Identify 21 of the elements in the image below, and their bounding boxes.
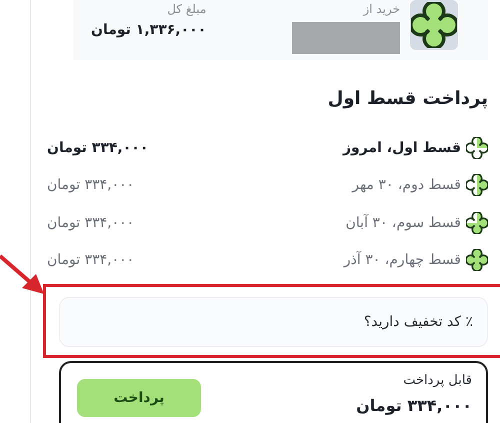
- discount-code-toggle[interactable]: ٪ کد تخفیف دارید؟: [59, 297, 488, 347]
- total-label: مبلغ کل: [166, 2, 206, 16]
- total-amount: ۱,۳۳۶,۰۰۰ تومان: [91, 22, 206, 38]
- installment-label: قسط سوم، ۳۰ آبان: [346, 214, 461, 231]
- installment-amount: ۳۳۴,۰۰۰ تومان: [47, 252, 134, 268]
- clover-progress-icon: [466, 212, 488, 234]
- clover-progress-icon: [466, 136, 488, 159]
- clover-progress-icon: [466, 174, 488, 196]
- section-title: پرداخت قسط اول: [326, 88, 488, 109]
- installment-amount: ۳۳۴,۰۰۰ تومان: [47, 140, 148, 156]
- installment-amount: ۳۳۴,۰۰۰ تومان: [47, 214, 134, 231]
- installment-amount: ۳۳۴,۰۰۰ تومان: [47, 177, 134, 194]
- pay-button[interactable]: پرداخت: [77, 379, 201, 417]
- payable-label: قابل پرداخت: [402, 373, 472, 388]
- installment-label: قسط اول، امروز: [342, 140, 461, 156]
- installment-label: قسط دوم، ۳۰ مهر: [352, 177, 461, 194]
- payable-amount: ۳۳۴,۰۰۰ تومان: [356, 396, 472, 415]
- clover-progress-icon: [466, 249, 488, 272]
- clover-logo-icon: [411, 2, 457, 48]
- merchant-label: خرید از: [362, 2, 400, 16]
- installment-label: قسط چهارم، ۳۰ آذر: [344, 252, 461, 268]
